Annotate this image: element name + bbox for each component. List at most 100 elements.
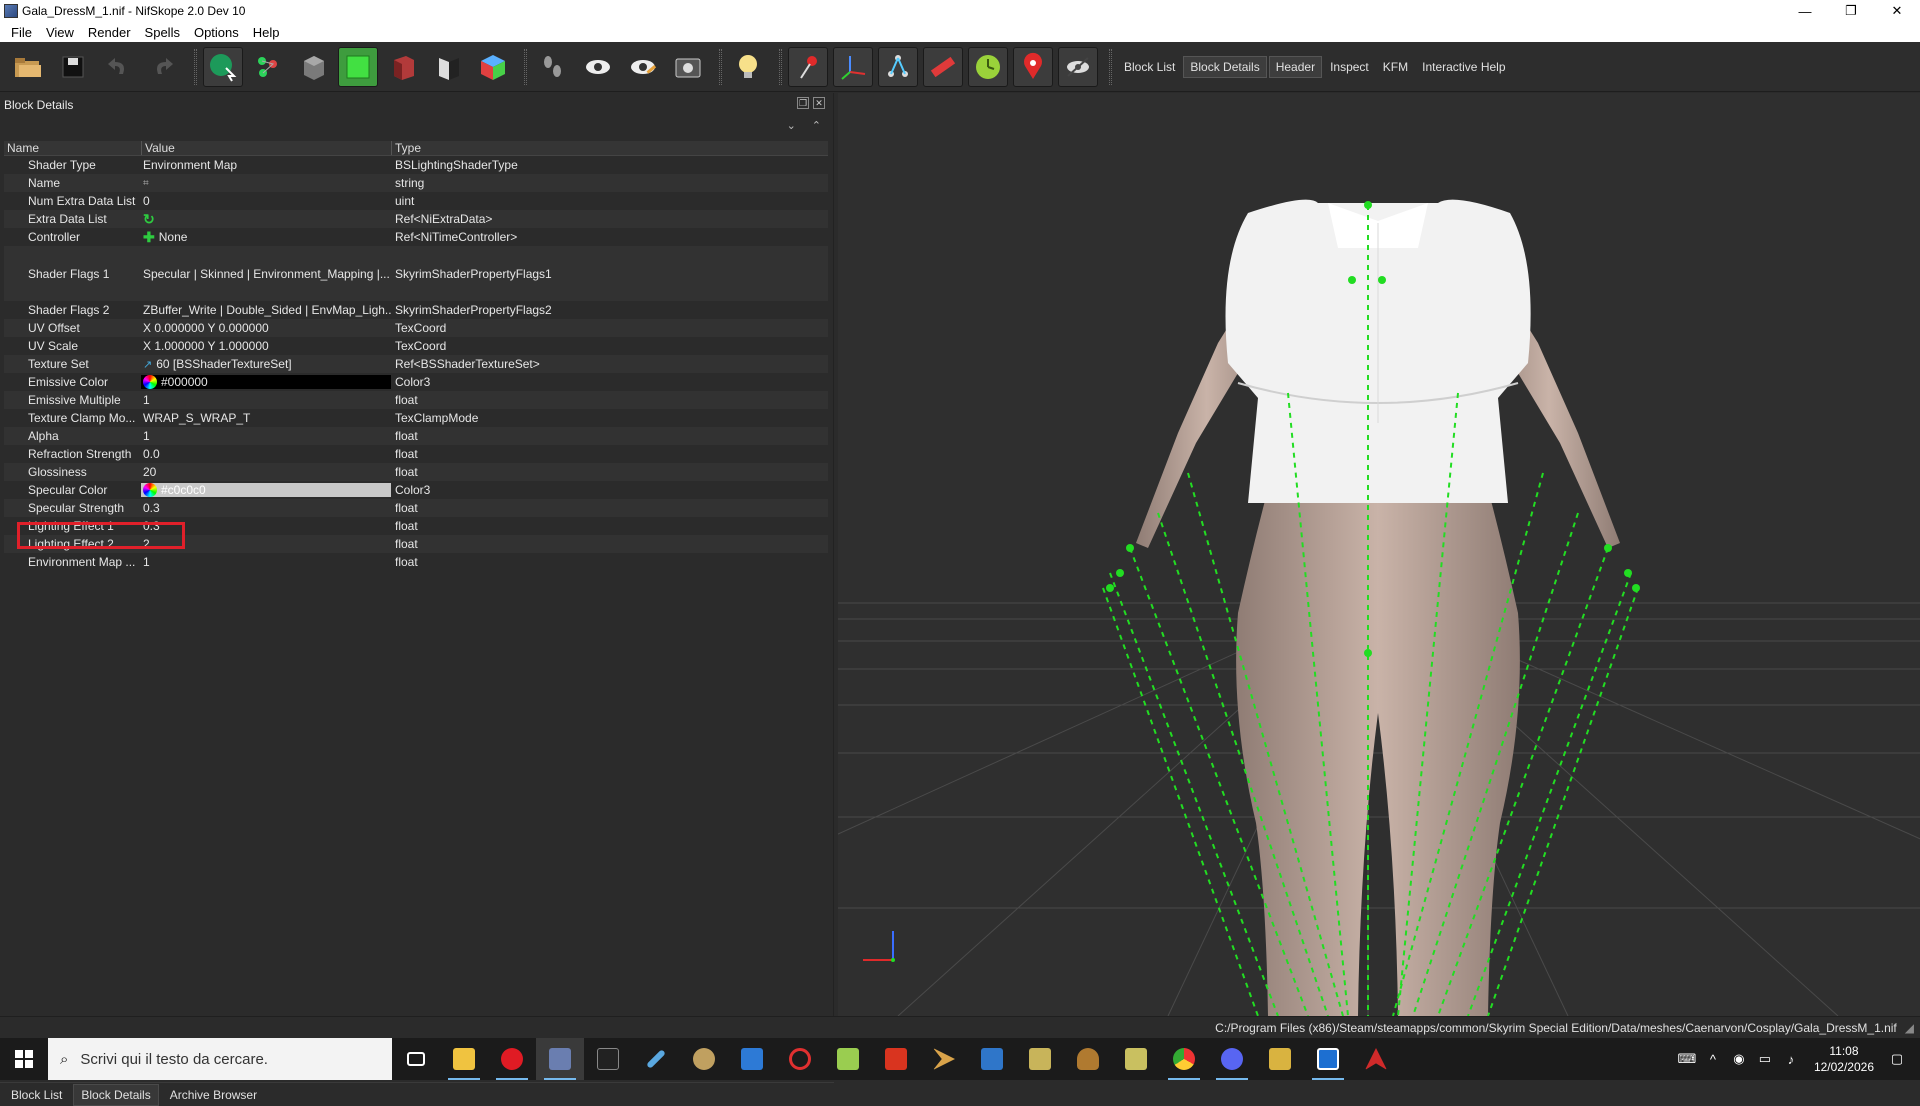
network-icon[interactable]: ▭	[1754, 1051, 1776, 1067]
restore-button[interactable]: ❐	[1828, 0, 1874, 22]
taskbar-app-chrome[interactable]	[1160, 1038, 1208, 1080]
collapse-all-icon[interactable]: ⌃	[812, 119, 821, 132]
task-view-button[interactable]	[392, 1038, 440, 1080]
keyboard-icon[interactable]: ⌨	[1676, 1051, 1698, 1067]
show-nodes-button[interactable]	[338, 46, 378, 87]
show-hidden-icons-chevron-icon[interactable]: ^	[1702, 1052, 1724, 1067]
taskbar-app-discord[interactable]	[1208, 1038, 1256, 1080]
property-row[interactable]: UV Scale X 1.000000 Y 1.000000 TexCoord	[4, 337, 828, 355]
property-value[interactable]: WRAP_S_WRAP_T	[141, 411, 391, 425]
property-row[interactable]: Shader Flags 2 ZBuffer_Write | Double_Sid…	[4, 301, 828, 319]
property-row[interactable]: Num Extra Data List 0 uint	[4, 192, 828, 210]
property-row[interactable]: Environment Map ... 1 float	[4, 553, 828, 571]
taskbar-app-arrow[interactable]	[920, 1038, 968, 1080]
property-row[interactable]: UV Offset X 0.000000 Y 0.000000 TexCoord	[4, 319, 828, 337]
property-value[interactable]: 1	[141, 393, 391, 407]
property-value[interactable]: #000000	[141, 375, 391, 389]
toolbar-tab-interactive-help[interactable]: Interactive Help	[1416, 57, 1511, 77]
toolbar-tab-inspect[interactable]: Inspect	[1324, 57, 1375, 77]
bottom-tab-archive-browser[interactable]: Archive Browser	[163, 1085, 264, 1105]
view-ruler-button[interactable]	[923, 46, 963, 87]
toolbar-tab-header[interactable]: Header	[1268, 55, 1323, 78]
property-value[interactable]: ↻	[141, 211, 391, 228]
property-value[interactable]: 0	[141, 194, 391, 208]
save-file-button[interactable]	[53, 47, 93, 87]
menu-view[interactable]: View	[39, 25, 81, 40]
taskbar-app-helmet[interactable]	[1064, 1038, 1112, 1080]
redo-button[interactable]	[143, 47, 183, 87]
property-value[interactable]: 0.0	[141, 447, 391, 461]
property-row[interactable]: Emissive Multiple 1 float	[4, 391, 828, 409]
taskbar-app-notepad[interactable]	[824, 1038, 872, 1080]
property-value[interactable]: X 0.000000 Y 0.000000	[141, 321, 391, 335]
taskbar-app-nifskope[interactable]	[536, 1038, 584, 1080]
toolbar-tab-block-list[interactable]: Block List	[1118, 57, 1181, 77]
3d-viewport[interactable]	[838, 93, 1920, 1016]
open-file-button[interactable]	[8, 47, 48, 87]
close-panel-icon[interactable]: ✕	[813, 97, 825, 109]
property-value[interactable]: ✚ None	[141, 229, 391, 246]
menu-options[interactable]: Options	[187, 25, 246, 40]
show-markers-button[interactable]	[473, 47, 513, 87]
screenshot-button[interactable]	[668, 47, 708, 87]
select-object-button[interactable]	[203, 46, 243, 87]
show-vertex-button[interactable]	[533, 47, 573, 87]
select-node-button[interactable]	[248, 47, 288, 87]
property-row[interactable]: Refraction Strength 0.0 float	[4, 445, 828, 463]
menu-help[interactable]: Help	[246, 25, 287, 40]
taskbar-app-clapper[interactable]	[1016, 1038, 1064, 1080]
taskbar-app-target[interactable]	[776, 1038, 824, 1080]
close-button[interactable]: ✕	[1874, 0, 1920, 22]
property-value[interactable]: 1	[141, 429, 391, 443]
minimize-button[interactable]: —	[1782, 0, 1828, 22]
column-header-type[interactable]: Type	[391, 141, 828, 155]
property-value[interactable]: ⌗	[141, 178, 391, 189]
property-row[interactable]: Glossiness 20 float	[4, 463, 828, 481]
menu-file[interactable]: File	[4, 25, 39, 40]
taskbar-app-pen[interactable]	[632, 1038, 680, 1080]
taskbar-app-red-arrow[interactable]	[1352, 1038, 1400, 1080]
menu-spells[interactable]: Spells	[138, 25, 187, 40]
show-collision-button[interactable]	[383, 47, 423, 87]
property-value[interactable]: Specular | Skinned | Environment_Mapping…	[141, 267, 391, 281]
taskbar-app-archive[interactable]	[1256, 1038, 1304, 1080]
property-row[interactable]: Name ⌗ string	[4, 174, 828, 192]
property-value[interactable]: 20	[141, 465, 391, 479]
view-marker-button[interactable]	[1013, 46, 1053, 87]
column-header-name[interactable]: Name	[4, 141, 141, 155]
property-row[interactable]: Texture Clamp Mo... WRAP_S_WRAP_T TexClamp…	[4, 409, 828, 427]
start-button[interactable]	[0, 1038, 48, 1080]
notifications-icon[interactable]: ▢	[1886, 1051, 1908, 1067]
property-row[interactable]: Controller ✚ None Ref<NiTimeController>	[4, 228, 828, 246]
bottom-tab-block-list[interactable]: Block List	[4, 1085, 69, 1105]
bottom-tab-block-details[interactable]: Block Details	[73, 1083, 159, 1106]
view-skeleton-button[interactable]	[878, 46, 918, 87]
property-value[interactable]: 0.3	[141, 501, 391, 515]
taskbar-app-blue-square[interactable]	[1304, 1038, 1352, 1080]
show-axes-button[interactable]	[293, 47, 333, 87]
toolbar-tab-kfm[interactable]: KFM	[1377, 57, 1414, 77]
property-row[interactable]: Texture Set ↗ 60 [BSShaderTextureSet] Ref<B…	[4, 355, 828, 373]
toolbar-tab-block-details[interactable]: Block Details	[1183, 55, 1267, 78]
menu-render[interactable]: Render	[81, 25, 138, 40]
property-row[interactable]: Shader Type Environment Map BSLightingShad…	[4, 156, 828, 174]
resize-grip-icon[interactable]: ◢	[1905, 1021, 1914, 1035]
view-pin-button[interactable]	[788, 46, 828, 87]
property-row[interactable]: Emissive Color #000000 Color3	[4, 373, 828, 391]
view-visibility-button[interactable]	[1058, 46, 1098, 87]
taskbar-app-blue-window[interactable]	[968, 1038, 1016, 1080]
show-hidden-button[interactable]	[578, 47, 618, 87]
taskbar-app-mo2[interactable]	[584, 1038, 632, 1080]
property-value[interactable]: X 1.000000 Y 1.000000	[141, 339, 391, 353]
property-value[interactable]: 1	[141, 555, 391, 569]
camera-tray-icon[interactable]: ◉	[1728, 1051, 1750, 1067]
show-constraints-button[interactable]	[428, 47, 468, 87]
taskbar-app-window[interactable]	[728, 1038, 776, 1080]
property-value[interactable]: ZBuffer_Write | Double_Sided | EnvMap_Li…	[141, 303, 391, 317]
edit-visibility-button[interactable]	[623, 47, 663, 87]
taskbar-search-box[interactable]: ⌕ Scrivi qui il testo da cercare.	[48, 1038, 392, 1080]
undo-button[interactable]	[98, 47, 138, 87]
character-model[interactable]	[1136, 199, 1620, 1016]
taskbar-app-file-explorer[interactable]	[440, 1038, 488, 1080]
property-row[interactable]: Shader Flags 1 Specular | Skinned | Envir…	[4, 246, 828, 301]
